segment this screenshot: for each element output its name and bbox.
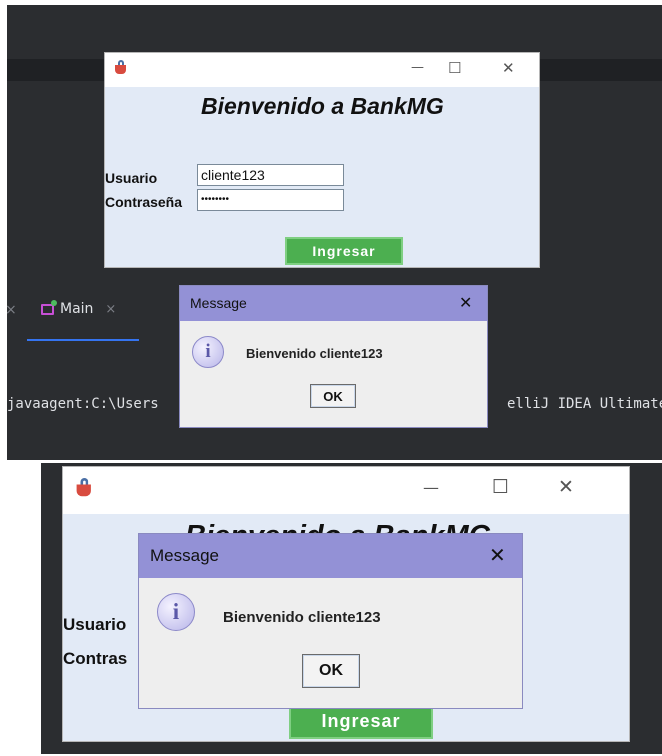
message-dialog-lower: Message ✕ i Bienvenido cliente123 OK (138, 533, 523, 709)
welcome-headline: Bienvenido a BankMG (201, 93, 444, 119)
dialog-title: Message (190, 295, 247, 311)
active-tab-underline (27, 339, 139, 341)
dialog-titlebar-lower: Message ✕ (139, 534, 522, 578)
console-output-right: elliJ IDEA Ultimate (507, 396, 662, 412)
console-output-left: javaagent:C:\Users (7, 396, 159, 412)
dialog-title-lower: Message (150, 546, 219, 565)
ok-button-lower[interactable]: OK (302, 654, 360, 688)
password-input[interactable]: •••••••• (197, 189, 344, 211)
window-titlebar: — ☐ ✕ (105, 53, 539, 87)
tab-close-icon[interactable]: × (105, 302, 116, 317)
info-icon-lower: i (157, 593, 195, 631)
password-label-lower: Contras (63, 649, 128, 668)
maximize-icon[interactable]: ☐ (448, 59, 461, 77)
window-titlebar-lower: — ☐ ✕ (63, 467, 629, 514)
maximize-icon-lower[interactable]: ☐ (492, 476, 509, 498)
dialog-message: Bienvenido cliente123 (246, 346, 383, 361)
close-icon[interactable]: ✕ (502, 59, 515, 77)
ingresar-button[interactable]: Ingresar (285, 237, 403, 265)
user-label-lower: Usuario (63, 615, 127, 634)
info-icon: i (192, 336, 224, 368)
tab-main[interactable]: Main × (41, 299, 116, 317)
user-label: Usuario (105, 170, 158, 186)
dialog-titlebar: Message ✕ (180, 286, 487, 321)
dialog-close-icon-lower[interactable]: ✕ (489, 543, 506, 568)
password-label: Contraseña (105, 194, 183, 210)
java-app-icon-lower (74, 478, 95, 499)
left-tab-close-icon[interactable]: × (7, 302, 17, 318)
java-app-icon (113, 60, 129, 76)
minimize-icon-lower[interactable]: — (423, 478, 439, 497)
minimize-icon[interactable]: — (411, 60, 424, 75)
dialog-message-lower: Bienvenido cliente123 (223, 609, 381, 626)
tab-main-label: Main (60, 301, 94, 317)
user-input[interactable]: cliente123 (197, 164, 344, 186)
ok-button[interactable]: OK (310, 384, 356, 408)
dialog-close-icon[interactable]: ✕ (459, 293, 472, 313)
run-config-icon (41, 299, 57, 315)
login-window: — ☐ ✕ Bienvenido a BankMG Usuario client… (104, 52, 540, 268)
close-icon-lower[interactable]: ✕ (558, 476, 574, 498)
message-dialog: Message ✕ i Bienvenido cliente123 OK (179, 285, 488, 428)
